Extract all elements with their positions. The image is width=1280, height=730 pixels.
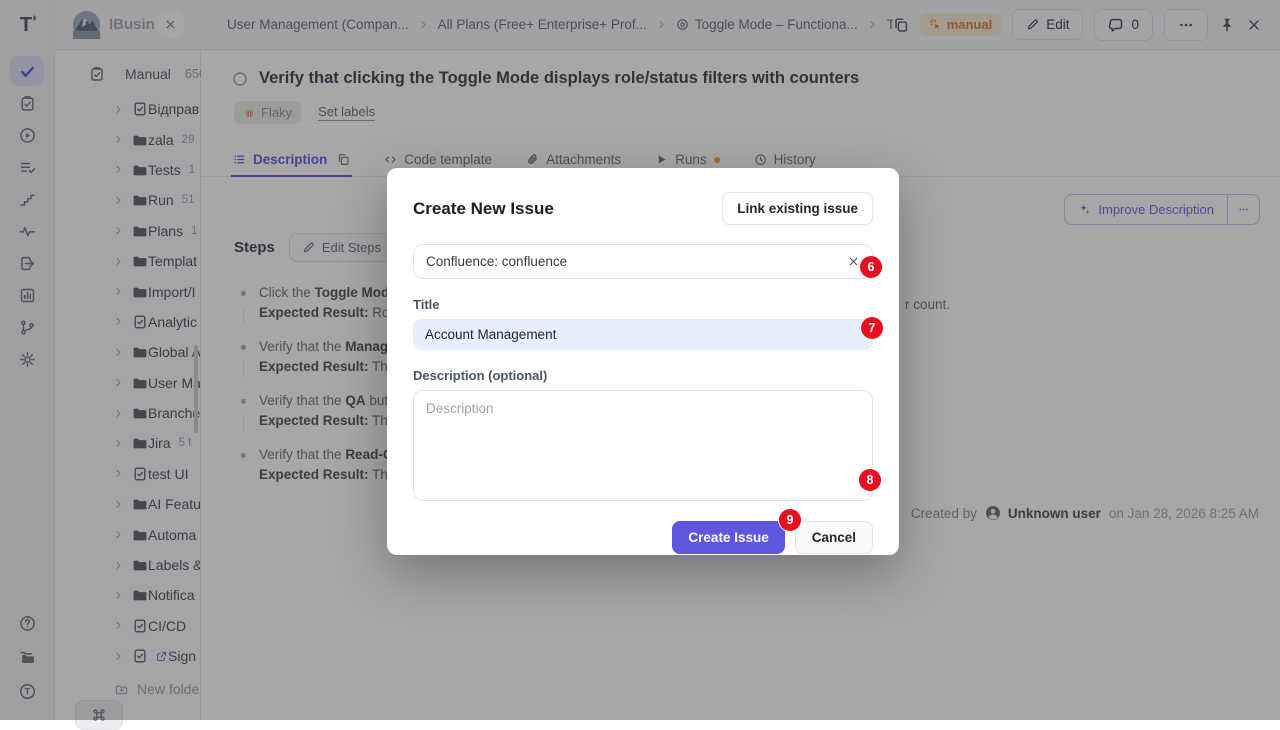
link-existing-issue-button[interactable]: Link existing issue [722,192,873,225]
integration-select[interactable]: Confluence: confluence [413,244,873,279]
clear-selection-button[interactable] [847,255,860,268]
modal-title: Create New Issue [413,199,554,219]
cancel-button[interactable]: Cancel [795,521,873,554]
issue-description-textarea[interactable] [413,390,873,501]
annotation-badge-9: 9 [779,509,801,531]
annotation-badge-8: 8 [859,469,881,491]
issue-title-input[interactable] [413,319,873,350]
title-field-label: Title [413,297,873,312]
annotation-badge-6: 6 [860,256,882,278]
description-field-label: Description (optional) [413,368,873,383]
annotation-badge-7: 7 [861,317,883,339]
create-issue-modal: Create New Issue Link existing issue Con… [387,168,899,555]
close-icon [847,255,860,268]
integration-select-value: Confluence: confluence [426,254,567,269]
create-issue-button[interactable]: Create Issue [672,521,784,554]
